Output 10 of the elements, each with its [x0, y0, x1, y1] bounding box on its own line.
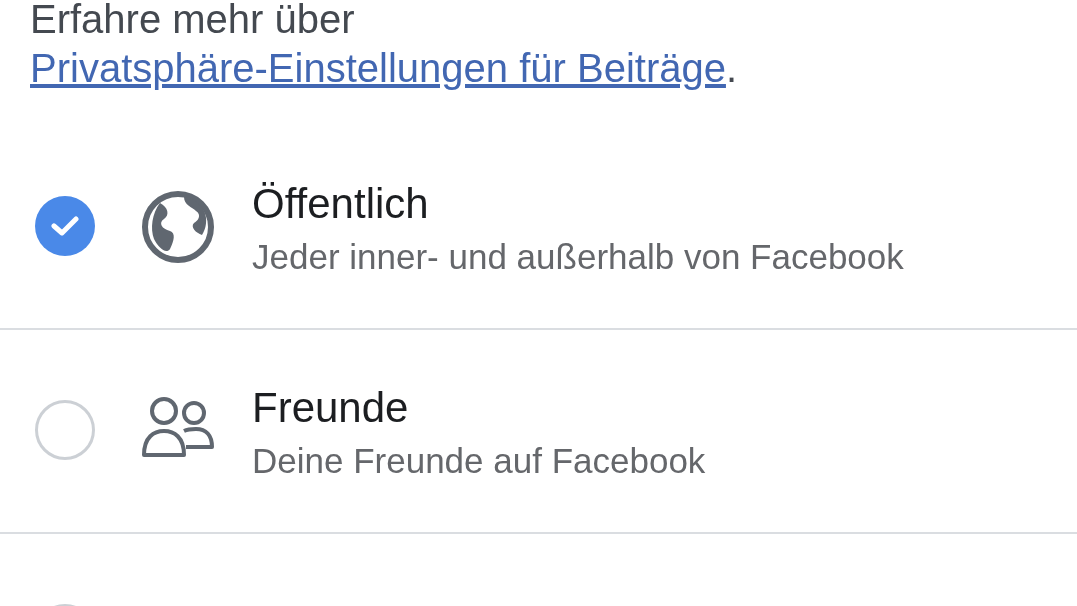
- radio-button[interactable]: [35, 196, 95, 256]
- privacy-info-text: Erfahre mehr über Privatsphäre-Einstellungen für Beiträge.: [29, 0, 739, 92]
- option-title: Freunde: [252, 383, 410, 433]
- privacy-settings-link[interactable]: Privatsphäre-Einstellungen für Beiträge: [30, 46, 726, 90]
- check-icon: [51, 215, 79, 237]
- option-title: Öffentlich: [252, 179, 430, 229]
- option-description: Deine Freunde auf Facebook: [252, 440, 706, 482]
- globe-icon: [140, 189, 216, 265]
- radio-button[interactable]: [35, 400, 95, 460]
- option-description: Jeder inner- und außerhalb von Facebook: [252, 236, 904, 278]
